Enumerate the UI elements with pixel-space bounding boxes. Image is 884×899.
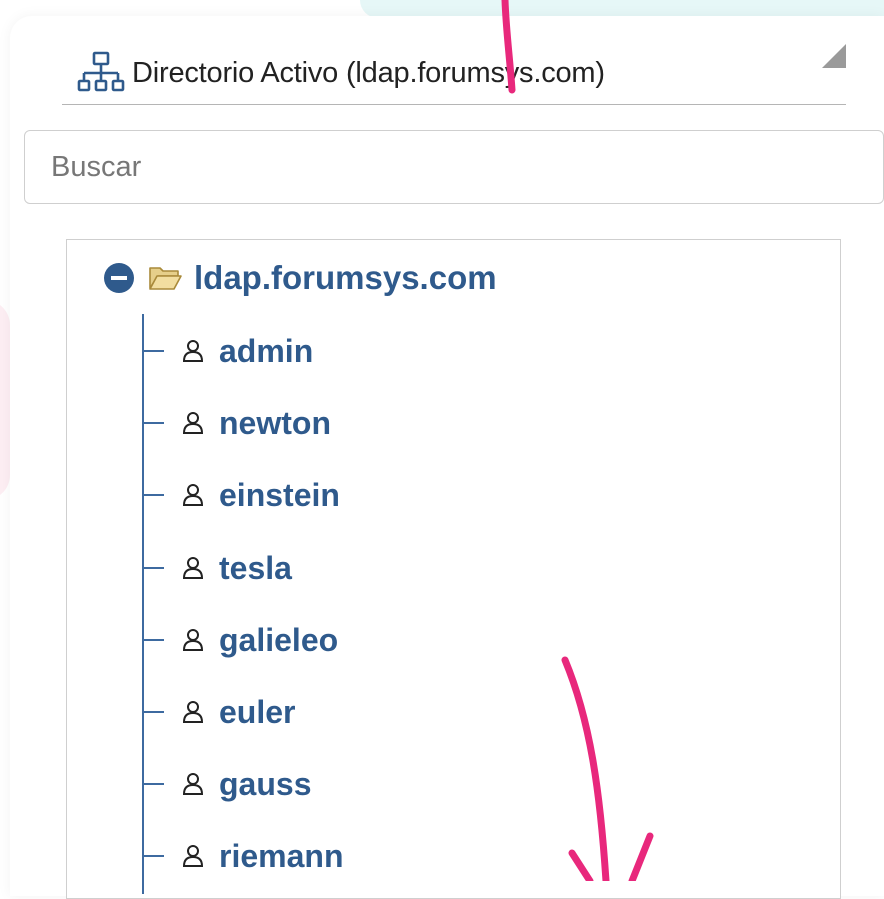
tree-node-user[interactable]: tesla (142, 546, 292, 590)
tree-root-label[interactable]: ldap.forumsys.com (194, 259, 497, 297)
user-icon (182, 483, 204, 507)
tree-node-user[interactable]: einstein (142, 473, 340, 517)
tree-user-label[interactable]: galieleo (219, 622, 338, 659)
tree-connector-branch (142, 855, 164, 857)
tree-user-label[interactable]: admin (219, 333, 313, 370)
tree-user-label[interactable]: riemann (219, 838, 343, 875)
user-icon (182, 411, 204, 435)
user-icon (182, 556, 204, 580)
tree-connector-branch (142, 422, 164, 424)
tree-connector-branch (142, 494, 164, 496)
tree-node-user[interactable]: admin (142, 329, 313, 373)
user-icon (182, 700, 204, 724)
user-icon (182, 628, 204, 652)
tree-node-root[interactable]: ldap.forumsys.com (104, 256, 497, 300)
tree-node-user[interactable]: galieleo (142, 618, 338, 662)
tree-node-user[interactable]: euler (142, 690, 295, 734)
network-tree-icon (76, 48, 126, 98)
tree-user-label[interactable]: einstein (219, 477, 340, 514)
user-icon (182, 339, 204, 363)
tree-connector-branch (142, 783, 164, 785)
tree-user-label[interactable]: tesla (219, 550, 292, 587)
tree-user-label[interactable]: euler (219, 694, 295, 731)
tree-node-user[interactable]: riemann (142, 834, 343, 878)
tree-node-user[interactable]: gauss (142, 762, 311, 806)
minus-circle-icon[interactable] (104, 263, 134, 293)
tree-connector-branch (142, 567, 164, 569)
tree-connector-branch (142, 639, 164, 641)
open-folder-icon (148, 264, 182, 292)
directory-select-label: Directorio Activo (ldap.forumsys.com) (132, 56, 605, 89)
user-icon (182, 844, 204, 868)
directory-select[interactable]: Directorio Activo (ldap.forumsys.com) (62, 42, 846, 105)
dropdown-arrow-icon[interactable] (822, 44, 846, 68)
tree-connector-branch (142, 711, 164, 713)
tree-connector-branch (142, 350, 164, 352)
search-input[interactable] (24, 130, 884, 204)
user-icon (182, 772, 204, 796)
tree-node-user[interactable]: newton (142, 401, 331, 445)
background-decoration-left (0, 300, 10, 500)
tree-user-label[interactable]: gauss (219, 766, 311, 803)
tree-user-label[interactable]: newton (219, 405, 331, 442)
